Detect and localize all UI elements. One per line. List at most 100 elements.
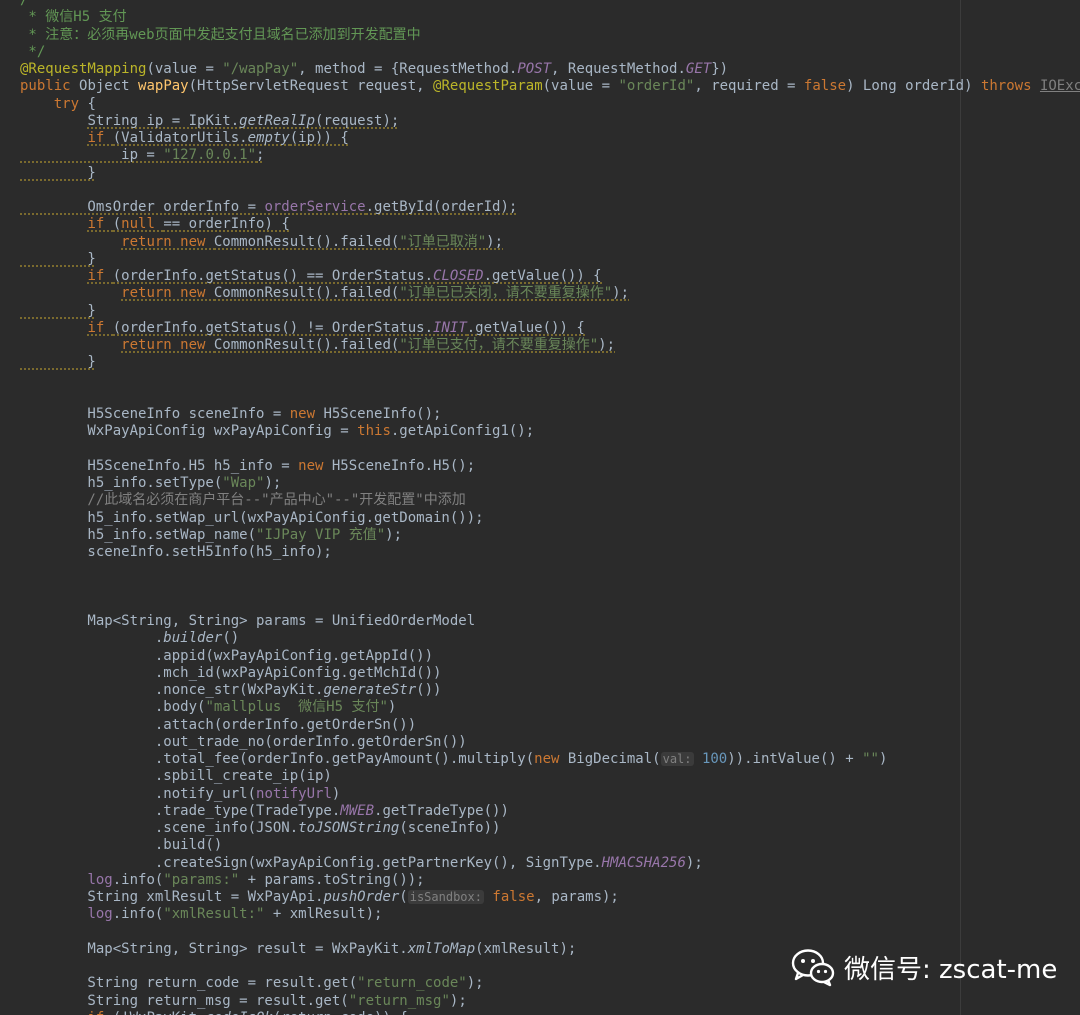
code-line[interactable]: String xmlResult = WxPayApi.pushOrder(is… bbox=[20, 889, 1080, 906]
code-token: ) bbox=[387, 699, 397, 716]
code-token: .info( bbox=[112, 906, 164, 923]
code-line[interactable]: .body("mallplus 微信H5 支付") bbox=[20, 699, 1080, 716]
code-line[interactable] bbox=[20, 372, 1080, 389]
code-line[interactable]: ip = "127.0.0.1"; bbox=[20, 147, 1080, 164]
code-line[interactable]: if (ValidatorUtils.empty(ip)) { bbox=[20, 130, 1080, 147]
code-line[interactable]: if (!WxPayKit.codeIsOk(return_code)) { bbox=[20, 1010, 1080, 1015]
code-token: "127.0.0.1" bbox=[163, 147, 257, 164]
code-line[interactable]: String ip = IpKit.getRealIp(request); bbox=[20, 112, 1080, 130]
code-token: } bbox=[20, 164, 96, 181]
code-token: .build() bbox=[20, 837, 223, 854]
code-line[interactable] bbox=[20, 561, 1080, 578]
code-line[interactable]: h5_info.setWap_name("IJPay VIP 充值"); bbox=[20, 527, 1080, 544]
code-token: H5SceneInfo.H5 h5_info = bbox=[20, 457, 299, 474]
code-line[interactable]: * 微信H5 支付 bbox=[20, 9, 1080, 26]
code-line[interactable]: } bbox=[20, 302, 1080, 320]
code-token: H5SceneInfo(); bbox=[323, 406, 442, 422]
code-token: Map<String, String> result = WxPayKit. bbox=[20, 940, 408, 957]
code-line[interactable]: H5SceneInfo sceneInfo = new H5SceneInfo(… bbox=[20, 406, 1080, 423]
code-line[interactable] bbox=[20, 182, 1080, 199]
parameter-hint: isSandbox: bbox=[407, 890, 484, 904]
code-line[interactable]: if (null == orderInfo) { bbox=[20, 216, 1080, 233]
code-token: if bbox=[87, 130, 113, 146]
code-token: .createSign(wxPayApiConfig.getPartnerKey… bbox=[20, 854, 602, 871]
code-line[interactable]: try { bbox=[20, 96, 1080, 113]
code-token: return new bbox=[121, 285, 214, 302]
code-token: )).intValue() + bbox=[727, 751, 863, 767]
code-line[interactable]: } bbox=[20, 164, 1080, 182]
code-token: if bbox=[87, 319, 113, 336]
code-line[interactable]: .out_trade_no(orderInfo.getOrderSn()) bbox=[20, 734, 1080, 751]
code-line[interactable]: } bbox=[20, 250, 1080, 268]
code-line[interactable]: .spbill_create_ip(ip) bbox=[20, 768, 1080, 785]
code-line[interactable] bbox=[20, 596, 1080, 613]
code-line[interactable]: H5SceneInfo.H5 h5_info = new H5SceneInfo… bbox=[20, 458, 1080, 475]
code-token: + params.toString()); bbox=[239, 871, 425, 888]
code-token: .mch_id(wxPayApiConfig.getMchId()) bbox=[20, 664, 442, 681]
code-token: ) bbox=[331, 785, 341, 802]
code-line[interactable]: } bbox=[20, 354, 1080, 371]
code-line[interactable]: .attach(orderInfo.getOrderSn()) bbox=[20, 717, 1080, 734]
code-line[interactable]: Map<String, String> params = UnifiedOrde… bbox=[20, 613, 1080, 630]
code-token: "订单已支付，请不要重复操作" bbox=[399, 337, 599, 353]
code-line[interactable]: return new CommonResult().failed("订单已取消"… bbox=[20, 233, 1080, 251]
code-line[interactable]: .createSign(wxPayApiConfig.getPartnerKey… bbox=[20, 855, 1080, 872]
code-line[interactable]: .appid(wxPayApiConfig.getAppId()) bbox=[20, 648, 1080, 665]
code-token: ) Long orderId) bbox=[846, 78, 981, 95]
code-line[interactable]: * 注意：必须再web页面中发起支付且域名已添加到开发配置中 bbox=[20, 27, 1080, 44]
code-line[interactable]: h5_info.setWap_url(wxPayApiConfig.getDom… bbox=[20, 510, 1080, 527]
code-line[interactable]: log.info("params:" + params.toString()); bbox=[20, 872, 1080, 889]
code-token: "订单已已关闭，请不要重复操作" bbox=[399, 285, 613, 302]
code-line[interactable]: .build() bbox=[20, 837, 1080, 854]
code-token: * 微信H5 支付 bbox=[20, 9, 127, 26]
code-line[interactable]: if (orderInfo.getStatus() != OrderStatus… bbox=[20, 319, 1080, 337]
code-line[interactable]: if (orderInfo.getStatus() == OrderStatus… bbox=[20, 268, 1080, 285]
code-line[interactable]: .nonce_str(WxPayKit.generateStr()) bbox=[20, 682, 1080, 699]
code-token: xmlToMap bbox=[407, 940, 476, 957]
code-line[interactable]: return new CommonResult().failed("订单已已关闭… bbox=[20, 285, 1080, 302]
code-token: log bbox=[87, 871, 113, 888]
code-token: if bbox=[87, 1010, 112, 1015]
code-line[interactable]: .mch_id(wxPayApiConfig.getMchId()) bbox=[20, 665, 1080, 682]
code-line[interactable]: @RequestMapping(value = "/wapPay", metho… bbox=[20, 61, 1080, 78]
code-token: (ValidatorUtils. bbox=[112, 130, 248, 146]
code-line[interactable]: log.info("xmlResult:" + xmlResult); bbox=[20, 906, 1080, 923]
code-token: (orderInfo.getStatus() == OrderStatus. bbox=[112, 268, 434, 284]
code-token: ; bbox=[256, 147, 265, 164]
code-line[interactable]: return new CommonResult().failed("订单已支付，… bbox=[20, 337, 1080, 354]
code-line[interactable]: .notify_url(notifyUrl) bbox=[20, 786, 1080, 803]
code-token: "xmlResult:" bbox=[163, 906, 265, 923]
code-line[interactable] bbox=[20, 924, 1080, 941]
code-line[interactable]: sceneInfo.setH5Info(h5_info); bbox=[20, 544, 1080, 561]
code-line[interactable]: public Object wapPay(HttpServletRequest … bbox=[20, 78, 1080, 95]
code-line[interactable]: //此域名必须在商户平台--"产品中心"--"开发配置"中添加 bbox=[20, 492, 1080, 509]
code-token: "params:" bbox=[163, 871, 240, 888]
code-line[interactable]: .total_fee(orderInfo.getPayAmount().mult… bbox=[20, 751, 1080, 768]
code-line[interactable]: /** bbox=[20, 0, 1080, 9]
code-token: H5SceneInfo.H5(); bbox=[331, 457, 476, 474]
code-token: /** bbox=[20, 0, 46, 8]
code-line[interactable]: .builder() bbox=[20, 630, 1080, 647]
code-token: "Wap" bbox=[222, 475, 265, 491]
code-line[interactable]: */ bbox=[20, 44, 1080, 61]
code-line[interactable]: OmsOrder orderInfo = orderService.getByI… bbox=[20, 199, 1080, 216]
code-token: ); bbox=[685, 854, 703, 871]
code-line[interactable] bbox=[20, 389, 1080, 406]
code-token: this bbox=[357, 423, 391, 440]
code-editor[interactable]: /** * 微信H5 支付 * 注意：必须再web页面中发起支付且域名已添加到开… bbox=[0, 0, 1080, 1015]
code-token: wapPay bbox=[138, 78, 189, 95]
code-line[interactable] bbox=[20, 441, 1080, 458]
code-line[interactable]: .trade_type(TradeType.MWEB.getTradeType(… bbox=[20, 803, 1080, 820]
code-line[interactable] bbox=[20, 579, 1080, 596]
code-token: (orderInfo.getStatus() != OrderStatus. bbox=[112, 319, 434, 336]
code-area[interactable]: /** * 微信H5 支付 * 注意：必须再web页面中发起支付且域名已添加到开… bbox=[20, 0, 1080, 1015]
code-line[interactable]: WxPayApiConfig wxPayApiConfig = this.get… bbox=[20, 423, 1080, 440]
code-line[interactable]: .scene_info(JSON.toJSONString(sceneInfo)… bbox=[20, 820, 1080, 837]
code-line[interactable]: String return_msg = result.get("return_m… bbox=[20, 993, 1080, 1010]
code-token: .spbill_create_ip(ip) bbox=[20, 768, 332, 785]
code-token: throws bbox=[980, 78, 1040, 95]
code-line[interactable]: h5_info.setType("Wap"); bbox=[20, 475, 1080, 492]
code-token: IOException bbox=[1039, 78, 1080, 95]
